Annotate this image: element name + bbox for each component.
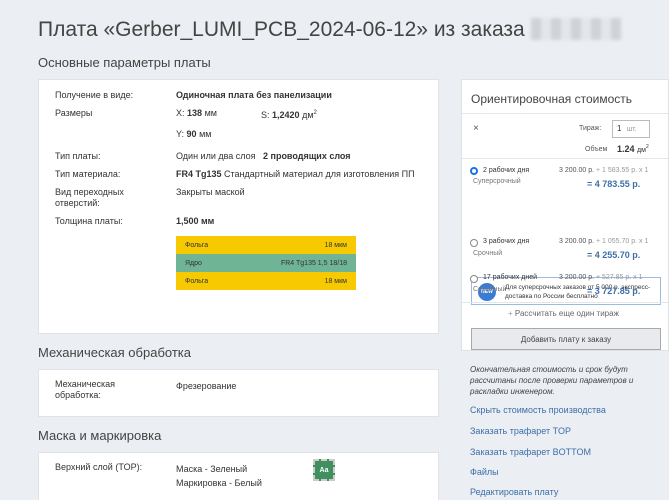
volume-unit: дм bbox=[637, 147, 646, 154]
option-radio-serial[interactable] bbox=[470, 275, 478, 283]
option-days: 3 рабочих дня bbox=[483, 238, 530, 245]
volume-label: Объем bbox=[585, 146, 608, 153]
page-title: Плата «Gerber_LUMI_PCB_2024-06-12» из за… bbox=[38, 18, 621, 42]
x-unit: мм bbox=[204, 108, 217, 118]
layer-value: 18 мкм bbox=[324, 241, 347, 249]
option-days: 17 рабочих дней bbox=[483, 274, 538, 281]
size-y: Y: 90 мм bbox=[176, 129, 211, 140]
material-label: Тип материала: bbox=[55, 169, 121, 179]
mech-value: Фрезерование bbox=[176, 381, 237, 391]
material-desc: Стандартный материал для изготовления ПП bbox=[224, 169, 415, 179]
thickness-label: Толщина платы: bbox=[55, 216, 123, 226]
size-label: Размеры bbox=[55, 108, 93, 118]
option-type: Суперсрочный bbox=[473, 178, 521, 185]
divider bbox=[462, 302, 668, 303]
volume-value: 1.24 дм2 bbox=[617, 144, 649, 154]
delivery-label: Получение в виде: bbox=[55, 90, 134, 100]
option-mult: х 1 bbox=[639, 167, 649, 174]
main-params-card: Получение в виде: Одиночная плата без па… bbox=[38, 79, 439, 334]
mech-card: Механическая обработка: Фрезерование bbox=[38, 369, 439, 417]
board-type-value: Один или два слоя bbox=[176, 151, 256, 161]
option-plus: + 1 055.70 р. bbox=[595, 238, 638, 245]
option-plus: + 527.85 р. bbox=[595, 274, 632, 281]
x-label: X: bbox=[176, 108, 185, 118]
option-type: Серийный bbox=[473, 286, 507, 293]
quantity-input[interactable]: 1 шт. bbox=[612, 120, 650, 138]
option-radio-superurgent[interactable] bbox=[470, 167, 478, 175]
cost-note: Окончательная стоимость и срок будут рас… bbox=[470, 365, 634, 396]
s-value: 1,2420 bbox=[272, 110, 300, 120]
quantity-value: 1 bbox=[617, 124, 622, 133]
divider bbox=[462, 113, 668, 114]
layer-value: 18 мкм bbox=[324, 277, 347, 285]
quantity-unit: шт. bbox=[626, 126, 637, 133]
option-mult: х 1 bbox=[639, 238, 649, 245]
option-base: 3 200.00 р. bbox=[559, 167, 595, 174]
s-unit: дм bbox=[302, 110, 314, 120]
option-plus: + 1 583.55 р. bbox=[595, 167, 638, 174]
board-type-extra: 2 проводящих слоя bbox=[263, 151, 351, 161]
recalc-label: Рассчитать еще один тираж bbox=[514, 309, 619, 318]
mech-title: Механическая обработка bbox=[38, 345, 191, 360]
cost-panel: Ориентировочная стоимость × Тираж: 1 шт.… bbox=[461, 79, 669, 351]
layer-value: FR4 Tg135 1,5 18/18 bbox=[280, 259, 347, 267]
order-number-redacted bbox=[530, 18, 621, 40]
mask-color-swatch: Aa bbox=[313, 459, 335, 481]
recalc-link[interactable]: + Рассчитать еще один тираж bbox=[508, 309, 619, 318]
x-value: 138 bbox=[187, 108, 203, 118]
marking-value: Маркировка - Белый bbox=[176, 478, 262, 488]
y-value: 90 bbox=[186, 129, 197, 139]
mask-value: Маска - Зеленый bbox=[176, 464, 248, 474]
layer-name: Фольга bbox=[185, 241, 209, 249]
option-total: = 4 783.55 р. bbox=[587, 179, 641, 189]
y-unit: мм bbox=[199, 129, 212, 139]
files-link[interactable]: Файлы bbox=[470, 467, 499, 477]
via-label: Вид переходных отверстий: bbox=[55, 187, 124, 208]
stencil-top-link[interactable]: Заказать трафарет TOP bbox=[470, 426, 571, 436]
mask-top-label: Верхний слой (TOP): bbox=[55, 462, 143, 472]
option-base: 3 200.00 р. bbox=[559, 238, 595, 245]
size-s: S: 1,2420 дм2 bbox=[261, 110, 317, 120]
volume-number: 1.24 bbox=[617, 144, 635, 154]
option-days: 2 рабочих дня bbox=[483, 167, 530, 174]
layer-core: Ядро FR4 Tg135 1,5 18/18 bbox=[176, 254, 356, 272]
s-label: S: bbox=[261, 110, 270, 120]
delivery-value: Одиночная плата без панелизации bbox=[176, 90, 332, 100]
layer-name: Фольга bbox=[185, 277, 209, 285]
plus-icon: + bbox=[508, 309, 513, 318]
layer-foil-bottom: Фольга 18 мкм bbox=[176, 272, 356, 290]
option-radio-urgent[interactable] bbox=[470, 239, 478, 247]
option-total: = 3 727.85 р. bbox=[587, 286, 641, 296]
option-total: = 4 255.70 р. bbox=[587, 250, 641, 260]
mask-card: Верхний слой (TOP): Маска - Зеленый Марк… bbox=[38, 452, 439, 500]
mask-title: Маска и маркировка bbox=[38, 428, 162, 443]
option-calc: 3 200.00 р. + 1 055.70 р. х 1 bbox=[559, 238, 648, 245]
option-calc: 3 200.00 р. + 1 583.55 р. х 1 bbox=[559, 167, 648, 174]
layer-name: Ядро bbox=[185, 259, 202, 267]
size-x: X: 138 мм bbox=[176, 108, 217, 119]
option-calc: 3 200.00 р. + 527.85 р. х 1 bbox=[559, 274, 643, 281]
close-icon[interactable]: × bbox=[473, 123, 479, 134]
material-value: FR4 Tg135 Стандартный материал для изгот… bbox=[176, 169, 415, 180]
tirazh-label: Тираж: bbox=[579, 125, 602, 132]
add-board-button[interactable]: Добавить плату к заказу bbox=[471, 328, 661, 350]
option-base: 3 200.00 р. bbox=[559, 274, 595, 281]
material-grade: FR4 Tg135 bbox=[176, 169, 222, 179]
cost-title: Ориентировочная стоимость bbox=[471, 92, 633, 106]
page-title-text: Плата «Gerber_LUMI_PCB_2024-06-12» из за… bbox=[38, 18, 525, 41]
divider bbox=[462, 158, 668, 159]
edit-board-link[interactable]: Редактировать плату bbox=[470, 487, 558, 497]
via-value: Закрыты маской bbox=[176, 187, 245, 197]
layer-stack: Фольга 18 мкм Ядро FR4 Tg135 1,5 18/18 Ф… bbox=[176, 236, 356, 290]
option-mult: х 1 bbox=[633, 274, 643, 281]
main-params-title: Основные параметры платы bbox=[38, 55, 211, 70]
y-label: Y: bbox=[176, 129, 185, 139]
option-type: Срочный bbox=[473, 250, 503, 257]
hide-cost-link[interactable]: Скрыть стоимость производства bbox=[470, 405, 606, 415]
board-type-label: Тип платы: bbox=[55, 151, 101, 161]
mech-label: Механическая обработка: bbox=[55, 379, 116, 400]
thickness-value: 1,500 мм bbox=[176, 216, 215, 226]
stencil-bottom-link[interactable]: Заказать трафарет BOTTOM bbox=[470, 447, 591, 457]
layer-foil-top: Фольга 18 мкм bbox=[176, 236, 356, 254]
